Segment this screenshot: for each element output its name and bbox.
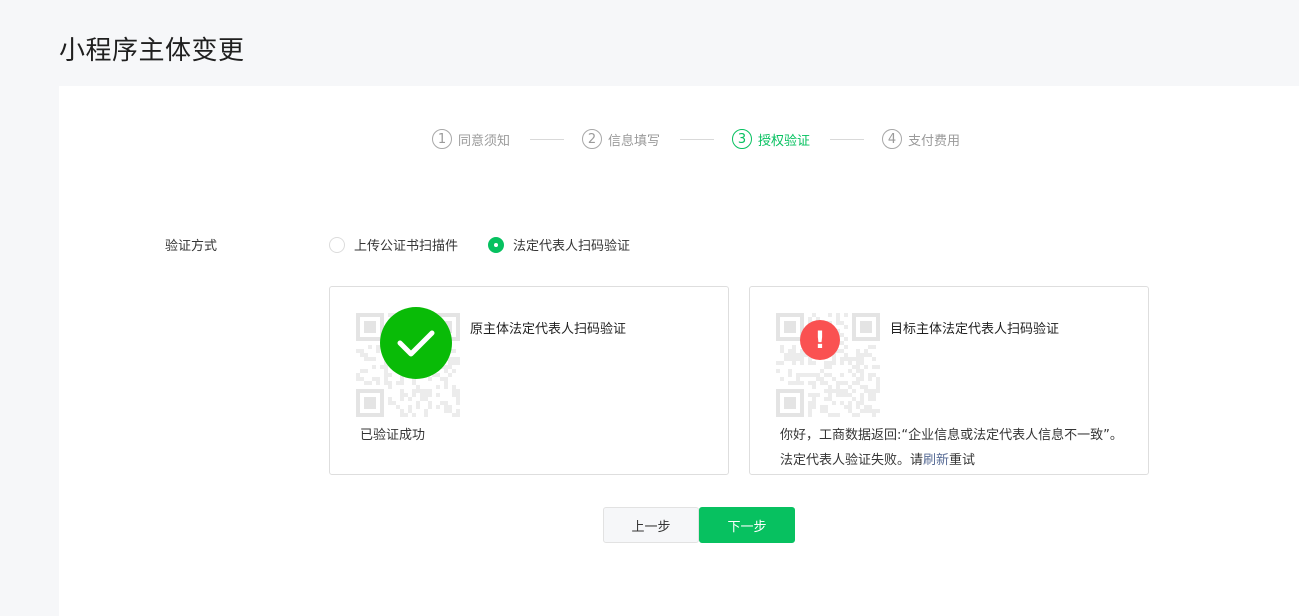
step-label: 授权验证 [758,133,811,149]
original-entity-verify-card: 原主体法定代表人扫码验证 已验证成功 [329,286,729,475]
radio-checked-icon[interactable] [488,236,505,253]
step-3: 3 授权验证 [732,129,810,149]
check-icon [380,307,452,379]
step-label: 同意须知 [458,133,511,149]
step-4: 4 支付费用 [882,129,960,149]
radio-notary-upload[interactable]: 上传公证书扫描件 [329,235,458,254]
step-navigation: 上一步 下一步 [603,507,795,543]
verify-card-title: 原主体法定代表人扫码验证 [470,322,627,337]
step-label: 信息填写 [608,133,661,149]
step-indicator: 1 同意须知 2 信息填写 3 授权验证 4 支付费用 [432,128,960,150]
verify-method-radio-group: 上传公证书扫描件 法定代表人扫码验证 [329,235,660,254]
step-number: 4 [882,129,903,149]
step-2: 2 信息填写 [582,129,660,149]
radio-legal-rep-scan[interactable]: 法定代表人扫码验证 [488,235,630,254]
step-connector [830,138,865,140]
step-number: 2 [582,129,603,149]
target-entity-verify-card: ! 目标主体法定代表人扫码验证 你好，工商数据返回:“企业信息或法定代表人信息不… [749,286,1149,475]
step-connector [530,138,565,140]
radio-label: 上传公证书扫描件 [354,239,459,254]
error-text-suffix: 重试 [949,453,976,468]
refresh-link[interactable]: 刷新 [923,453,949,468]
step-1: 1 同意须知 [432,129,510,149]
verify-method-label: 验证方式 [165,239,218,254]
exclamation-icon: ! [800,320,840,360]
page-title: 小程序主体变更 [59,36,245,66]
radio-unchecked-icon[interactable] [329,236,345,253]
next-step-button[interactable]: 下一步 [699,507,795,543]
prev-step-button[interactable]: 上一步 [603,507,699,543]
main-card: 1 同意须知 2 信息填写 3 授权验证 4 支付费用 验证方式 上传公证书扫描… [59,86,1299,616]
verify-success-message: 已验证成功 [360,428,426,443]
radio-label: 法定代表人扫码验证 [513,239,631,254]
step-connector [680,138,715,140]
step-number: 3 [732,129,753,149]
verify-card-title: 目标主体法定代表人扫码验证 [890,322,1060,337]
step-label: 支付费用 [908,133,961,149]
verify-error-message: 你好，工商数据返回:“企业信息或法定代表人信息不一致”。法定代表人验证失败。请刷… [780,423,1130,473]
step-number: 1 [432,129,452,149]
